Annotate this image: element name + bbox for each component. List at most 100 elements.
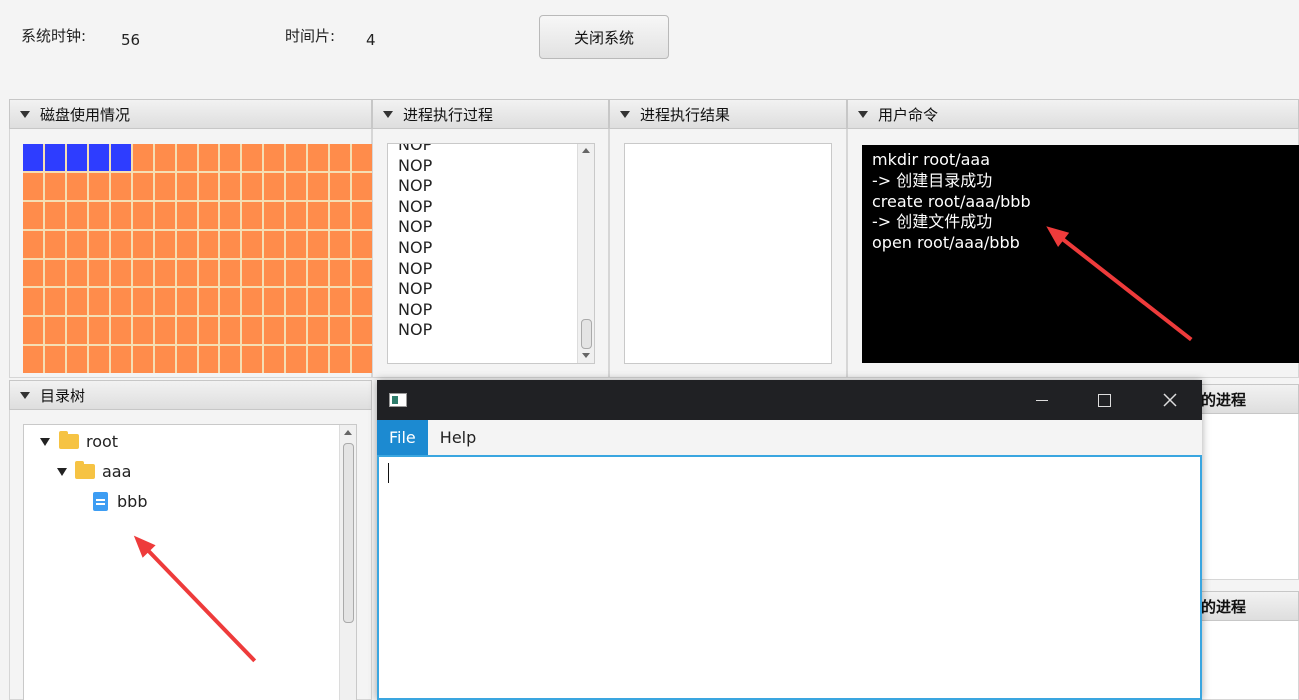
disk-block-free <box>198 288 219 316</box>
menu-file[interactable]: File <box>377 420 428 455</box>
process-exec-item[interactable]: NOP <box>388 300 578 321</box>
process-exec-item[interactable]: NOP <box>388 176 578 197</box>
process-exec-item[interactable]: NOP <box>388 320 578 341</box>
tree-node-bbb[interactable]: bbb <box>93 492 147 511</box>
disk-block-free <box>264 144 285 171</box>
disk-block-free <box>88 201 109 229</box>
disk-block-free <box>110 201 131 229</box>
disk-block-free <box>154 230 175 258</box>
dir-tree-header[interactable]: 目录树 <box>9 380 372 410</box>
expand-arrow-icon[interactable] <box>40 437 50 446</box>
scroll-thumb[interactable] <box>343 443 354 623</box>
disk-block-free <box>352 317 372 345</box>
clock-value: 56 <box>121 31 141 49</box>
shutdown-button[interactable]: 关闭系统 <box>539 15 669 59</box>
process-exec-list[interactable]: NOP NOP NOP NOP NOP NOP NOP NOP NOP NOP <box>387 143 595 364</box>
disk-block-free <box>242 201 263 229</box>
disk-block-free <box>154 288 175 316</box>
disk-block-free <box>220 144 241 171</box>
disk-block-free <box>330 230 351 258</box>
disk-block-free <box>176 346 197 373</box>
right-panel-2-header[interactable]: 的进程 <box>1200 591 1299 621</box>
expand-arrow-icon[interactable] <box>57 467 67 476</box>
dir-tree-scrollbar[interactable] <box>339 425 356 700</box>
disk-block-free <box>66 288 87 316</box>
disk-block-free <box>132 259 153 287</box>
process-result-title: 进程执行结果 <box>640 105 731 124</box>
process-exec-item[interactable]: NOP <box>388 259 578 280</box>
menu-help[interactable]: Help <box>428 420 488 455</box>
disk-block-free <box>110 288 131 316</box>
disk-block-free <box>220 346 241 373</box>
process-exec-item[interactable]: NOP <box>388 217 578 238</box>
disk-block-free <box>220 288 241 316</box>
disk-block-free <box>132 230 153 258</box>
disk-block-free <box>66 230 87 258</box>
disk-block-free <box>220 230 241 258</box>
terminal-line: -> 创建目录成功 <box>872 170 993 190</box>
process-result-list[interactable] <box>624 143 832 364</box>
disk-block-free <box>264 288 285 316</box>
text-caret <box>388 463 389 483</box>
scroll-up-icon[interactable] <box>344 430 352 435</box>
tree-node-aaa[interactable]: aaa <box>57 461 131 481</box>
disk-block-free <box>154 172 175 200</box>
disk-block-free <box>286 230 307 258</box>
disk-block-free <box>154 144 175 171</box>
process-exec-item[interactable]: NOP <box>388 197 578 218</box>
disk-block-free <box>286 144 307 171</box>
disk-block-free <box>110 230 131 258</box>
terminal-line: create root/aaa/bbb <box>872 191 1031 211</box>
tree-node-root[interactable]: root <box>40 431 118 451</box>
scroll-thumb[interactable] <box>581 319 592 349</box>
disk-block-free <box>330 288 351 316</box>
disk-block-free <box>132 346 153 373</box>
window-titlebar[interactable] <box>377 380 1202 420</box>
close-icon[interactable] <box>1147 380 1193 420</box>
process-exec-item[interactable]: NOP <box>388 144 578 156</box>
right-panel-1-header[interactable]: 的进程 <box>1200 384 1299 414</box>
scroll-down-icon[interactable] <box>582 353 590 358</box>
disk-block-free <box>88 317 109 345</box>
disk-block-free <box>352 230 372 258</box>
disk-block-free <box>66 317 87 345</box>
editor-text-area[interactable] <box>377 455 1202 700</box>
disk-block-free <box>198 346 219 373</box>
disk-block-used <box>44 144 65 171</box>
disk-block-free <box>44 259 65 287</box>
process-exec-scrollbar[interactable] <box>577 144 594 363</box>
disk-block-used <box>110 144 131 171</box>
right-panel-2-title: 的进程 <box>1201 597 1247 616</box>
file-icon <box>93 492 108 511</box>
process-exec-item[interactable]: NOP <box>388 156 578 177</box>
process-exec-item[interactable]: NOP <box>388 279 578 300</box>
process-exec-item[interactable]: NOP <box>388 238 578 259</box>
disk-block-free <box>330 172 351 200</box>
file-editor-window[interactable]: File Help <box>377 380 1202 700</box>
disk-block-free <box>176 172 197 200</box>
disk-block-free <box>176 288 197 316</box>
disk-block-free <box>110 172 131 200</box>
disk-block-free <box>66 201 87 229</box>
process-result-header[interactable]: 进程执行结果 <box>609 99 847 129</box>
maximize-icon[interactable] <box>1081 380 1127 420</box>
disk-block-free <box>23 172 43 200</box>
minimize-icon[interactable] <box>1019 380 1065 420</box>
disk-usage-header[interactable]: 磁盘使用情况 <box>9 99 372 129</box>
disk-block-free <box>352 259 372 287</box>
disk-block-free <box>308 172 329 200</box>
scroll-up-icon[interactable] <box>582 148 590 153</box>
disk-block-used <box>23 144 43 171</box>
disk-block-free <box>176 144 197 171</box>
terminal-line: mkdir root/aaa <box>872 150 990 169</box>
disk-block-free <box>286 259 307 287</box>
disk-block-free <box>264 346 285 373</box>
disk-block-free <box>264 172 285 200</box>
disk-block-free <box>44 230 65 258</box>
disk-block-free <box>242 230 263 258</box>
disk-block-free <box>308 346 329 373</box>
process-exec-header[interactable]: 进程执行过程 <box>372 99 609 129</box>
user-command-header[interactable]: 用户命令 <box>847 99 1299 129</box>
disk-block-free <box>88 259 109 287</box>
disk-block-free <box>198 317 219 345</box>
